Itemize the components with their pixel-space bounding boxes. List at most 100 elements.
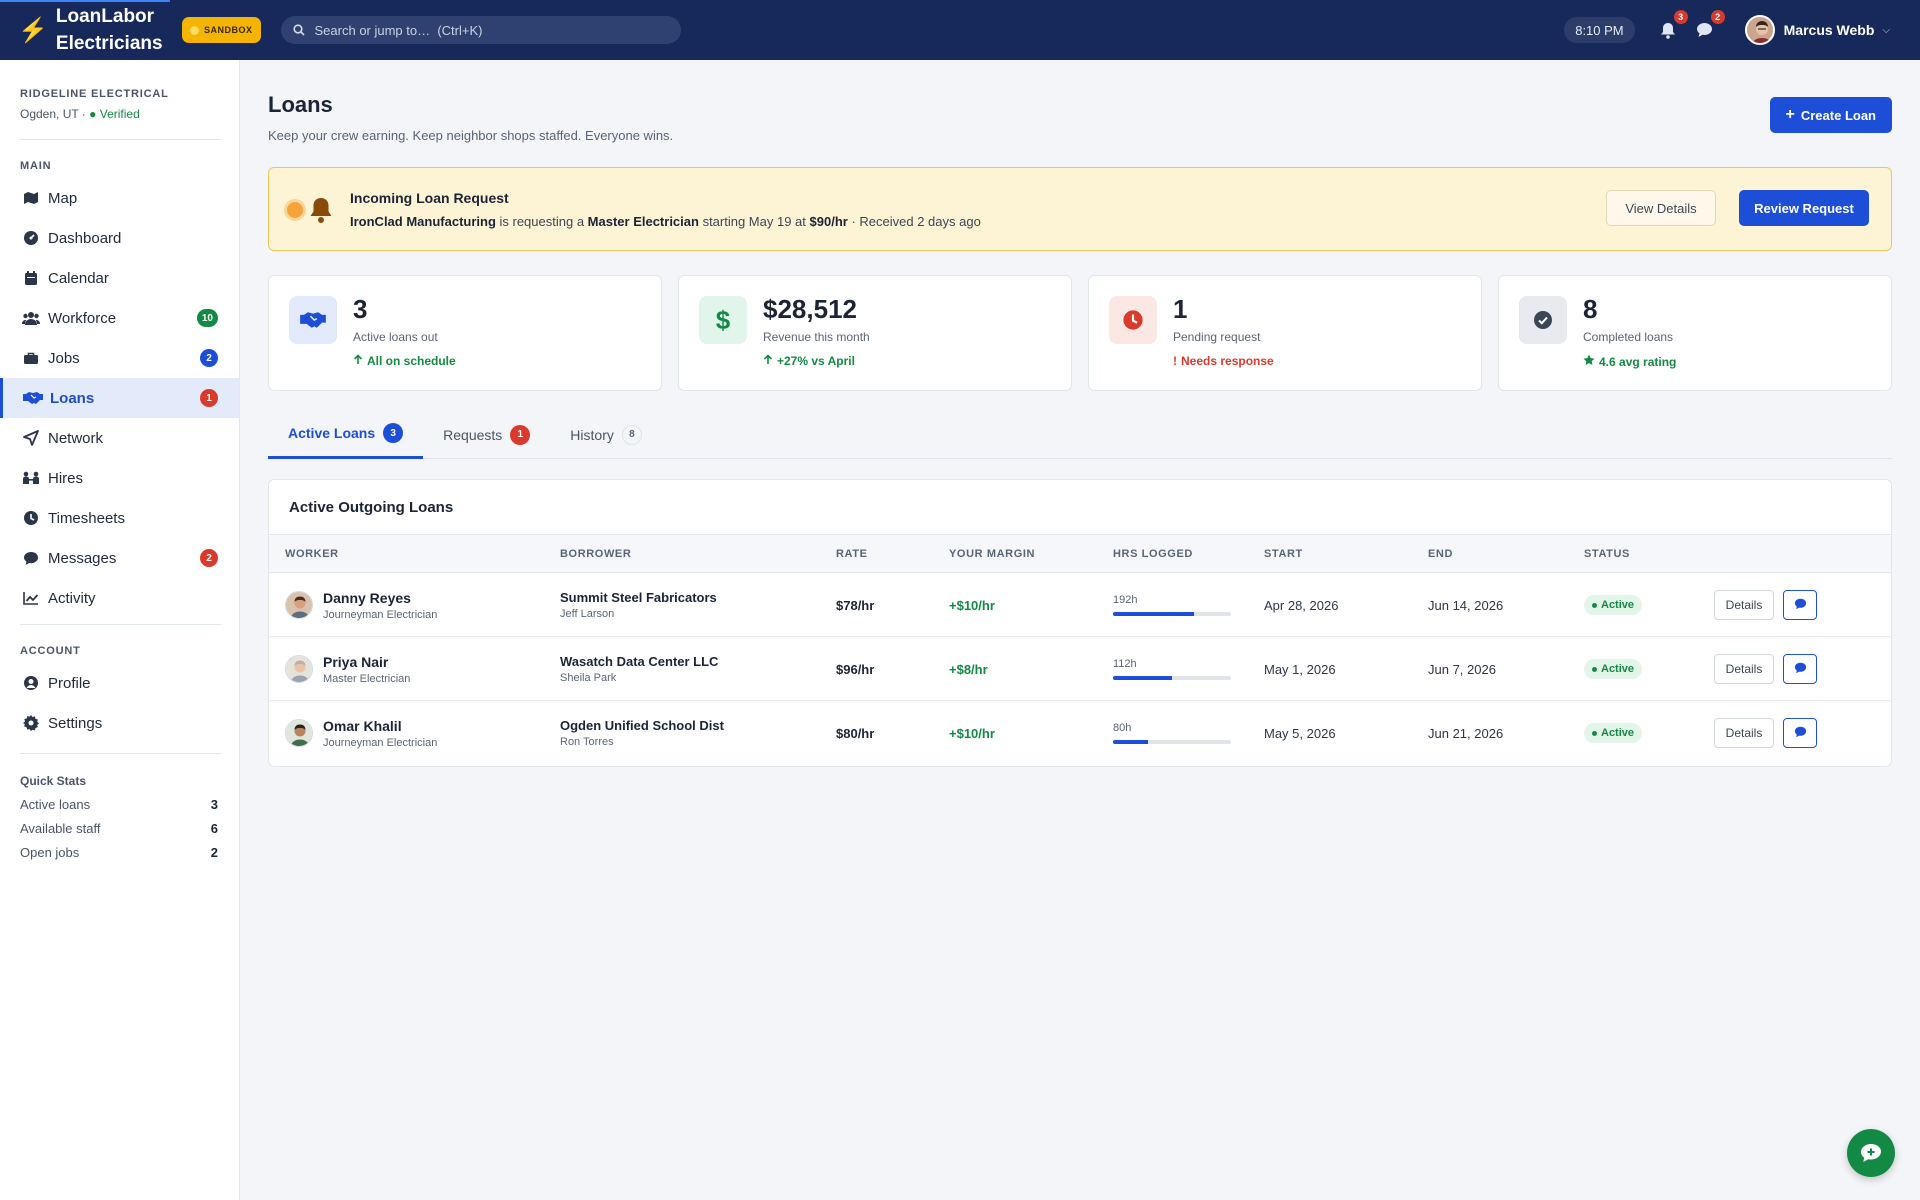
sidebar-item-label: Calendar bbox=[48, 269, 109, 287]
create-loan-button[interactable]: + Create Loan bbox=[1769, 97, 1892, 133]
chevron-down-icon: ⌵ bbox=[1882, 24, 1890, 36]
chat-icon bbox=[1794, 598, 1807, 613]
start-cell: Apr 28, 2026 bbox=[1264, 573, 1338, 637]
sandbox-badge[interactable]: SANDBOX bbox=[182, 17, 261, 43]
column-header: YOUR MARGIN bbox=[949, 548, 1036, 560]
sidebar-item-activity[interactable]: Activity bbox=[0, 578, 239, 618]
sidebar-item-network[interactable]: Network bbox=[0, 418, 239, 458]
tab-requests[interactable]: Requests 1 bbox=[423, 410, 550, 459]
borrower-name[interactable]: Summit Steel Fabricators bbox=[560, 590, 717, 605]
main-section-label: MAIN bbox=[20, 160, 52, 172]
table-body: Danny Reyes Journeyman Electrician Summit … bbox=[269, 573, 1891, 765]
worker-name[interactable]: Danny Reyes bbox=[323, 590, 437, 606]
message-button[interactable] bbox=[1783, 718, 1817, 748]
borrower-cell: Wasatch Data Center LLC Sheila Park bbox=[560, 637, 718, 701]
worker-cell: Omar Khalil Journeyman Electrician bbox=[285, 701, 437, 765]
start-date: May 1, 2026 bbox=[1264, 661, 1336, 677]
org-name: RIDGELINE ELECTRICAL bbox=[20, 88, 169, 100]
quick-stat-value: 3 bbox=[210, 796, 218, 812]
rate-cell: $96/hr bbox=[836, 637, 874, 701]
sidebar-item-calendar[interactable]: Calendar bbox=[0, 258, 239, 298]
message-button[interactable] bbox=[1783, 590, 1817, 620]
worker-name[interactable]: Omar Khalil bbox=[323, 718, 437, 734]
clock: 8:10 PM bbox=[1564, 17, 1635, 43]
sidebar-item-messages[interactable]: Messages 2 bbox=[0, 538, 239, 578]
hours-progress-fill bbox=[1113, 676, 1172, 680]
rate-value: $80/hr bbox=[836, 725, 875, 741]
alert-text-3: · Received 2 days ago bbox=[847, 214, 981, 229]
incoming-request-alert: Incoming Loan Request IronClad Manufactu… bbox=[268, 167, 1892, 251]
sidebar-item-label: Hires bbox=[48, 469, 84, 487]
account-section-label: ACCOUNT bbox=[20, 645, 81, 657]
avatar bbox=[285, 655, 313, 683]
search-input[interactable] bbox=[314, 22, 655, 38]
notifications-button[interactable]: 3 bbox=[1657, 10, 1688, 41]
status-cell: Active bbox=[1584, 573, 1643, 637]
tab-active-loans[interactable]: Active Loans 3 bbox=[268, 410, 424, 459]
tab-count-badge: 8 bbox=[621, 424, 642, 445]
avatar bbox=[1744, 15, 1775, 45]
sidebar-item-map[interactable]: Map bbox=[0, 178, 239, 218]
chat-fab-button[interactable] bbox=[1847, 1129, 1895, 1177]
details-button[interactable]: Details bbox=[1714, 654, 1774, 684]
stat-value: 1 bbox=[1173, 294, 1188, 324]
column-header: BORROWER bbox=[560, 548, 632, 560]
message-button[interactable] bbox=[1783, 654, 1817, 684]
worker-cell: Priya Nair Master Electrician bbox=[285, 637, 410, 701]
borrower-name[interactable]: Ogden Unified School Dist bbox=[560, 718, 724, 733]
start-date: Apr 28, 2026 bbox=[1264, 597, 1339, 613]
stat-footnote: 4.6 avg rating bbox=[1583, 354, 1676, 369]
messages-button[interactable]: 2 bbox=[1694, 10, 1725, 41]
brand-logo[interactable]: ⚡ LoanLabor Electricians bbox=[0, 0, 172, 60]
details-button[interactable]: Details bbox=[1714, 718, 1774, 748]
nav-count-badge: 1 bbox=[200, 389, 218, 407]
dollar-icon: $ bbox=[699, 296, 747, 344]
details-button[interactable]: Details bbox=[1714, 590, 1774, 620]
status-dot-icon bbox=[1592, 730, 1597, 736]
tab-history[interactable]: History 8 bbox=[550, 410, 662, 459]
sidebar-item-label: Network bbox=[48, 429, 104, 447]
alert-message: IronClad Manufacturing is requesting a M… bbox=[350, 214, 981, 229]
rate-cell: $78/hr bbox=[836, 573, 874, 637]
margin-cell: +$10/hr bbox=[949, 701, 995, 765]
search-bar[interactable] bbox=[280, 16, 681, 44]
sidebar-item-label: Jobs bbox=[48, 349, 80, 367]
sidebar-item-timesheets[interactable]: Timesheets bbox=[0, 498, 239, 538]
borrower-name[interactable]: Wasatch Data Center LLC bbox=[560, 654, 718, 669]
worker-name[interactable]: Priya Nair bbox=[323, 654, 410, 670]
sidebar-item-profile[interactable]: Profile bbox=[0, 663, 239, 703]
quick-stats-title: Quick Stats bbox=[20, 774, 87, 788]
status-label: Active bbox=[1601, 599, 1635, 611]
hours-cell: 192h bbox=[1113, 573, 1231, 637]
end-date: Jun 21, 2026 bbox=[1428, 725, 1504, 741]
check-icon bbox=[1519, 296, 1567, 344]
hours-value: 80h bbox=[1113, 722, 1132, 734]
stat-value: 3 bbox=[353, 294, 368, 324]
sidebar-item-workforce[interactable]: Workforce 10 bbox=[0, 298, 239, 338]
user-menu[interactable]: Marcus Webb ⌵ bbox=[1744, 15, 1890, 45]
handshake-icon bbox=[289, 296, 337, 344]
worker-info: Danny Reyes Journeyman Electrician bbox=[323, 590, 437, 621]
pulse-dot-icon bbox=[287, 202, 303, 218]
plus-icon: + bbox=[1785, 106, 1795, 123]
sidebar-item-settings[interactable]: Settings bbox=[0, 703, 239, 743]
review-request-button[interactable]: Review Request bbox=[1739, 190, 1869, 226]
sidebar-item-jobs[interactable]: Jobs 2 bbox=[0, 338, 239, 378]
alert-text-1: is requesting a bbox=[495, 214, 588, 229]
quick-stat-row: Active loans 3 bbox=[0, 792, 239, 816]
table-row: Omar Khalil Journeyman Electrician Ogden U… bbox=[269, 701, 1891, 765]
activity-icon bbox=[21, 588, 41, 608]
stat-card: 8 Completed loans 4.6 avg rating bbox=[1498, 275, 1892, 391]
brand-name-line1: LoanLabor bbox=[55, 6, 155, 27]
view-details-button[interactable]: View Details bbox=[1606, 190, 1716, 226]
main-content: Loans Keep your crew earning. Keep neigh… bbox=[268, 60, 1892, 767]
worker-info: Omar Khalil Journeyman Electrician bbox=[323, 718, 437, 749]
sidebar-item-loans[interactable]: Loans 1 bbox=[0, 378, 239, 418]
stat-footnote: ! Needs response bbox=[1173, 354, 1274, 368]
status-dot-icon bbox=[1592, 602, 1597, 608]
start-date: May 5, 2026 bbox=[1264, 725, 1336, 741]
users-icon bbox=[21, 308, 41, 328]
table-header: WORKER BORROWER RATE YOUR MARGIN HRS LOGGED S… bbox=[269, 535, 1891, 573]
sidebar-item-hires[interactable]: Hires bbox=[0, 458, 239, 498]
sidebar-item-dashboard[interactable]: Dashboard bbox=[0, 218, 239, 258]
